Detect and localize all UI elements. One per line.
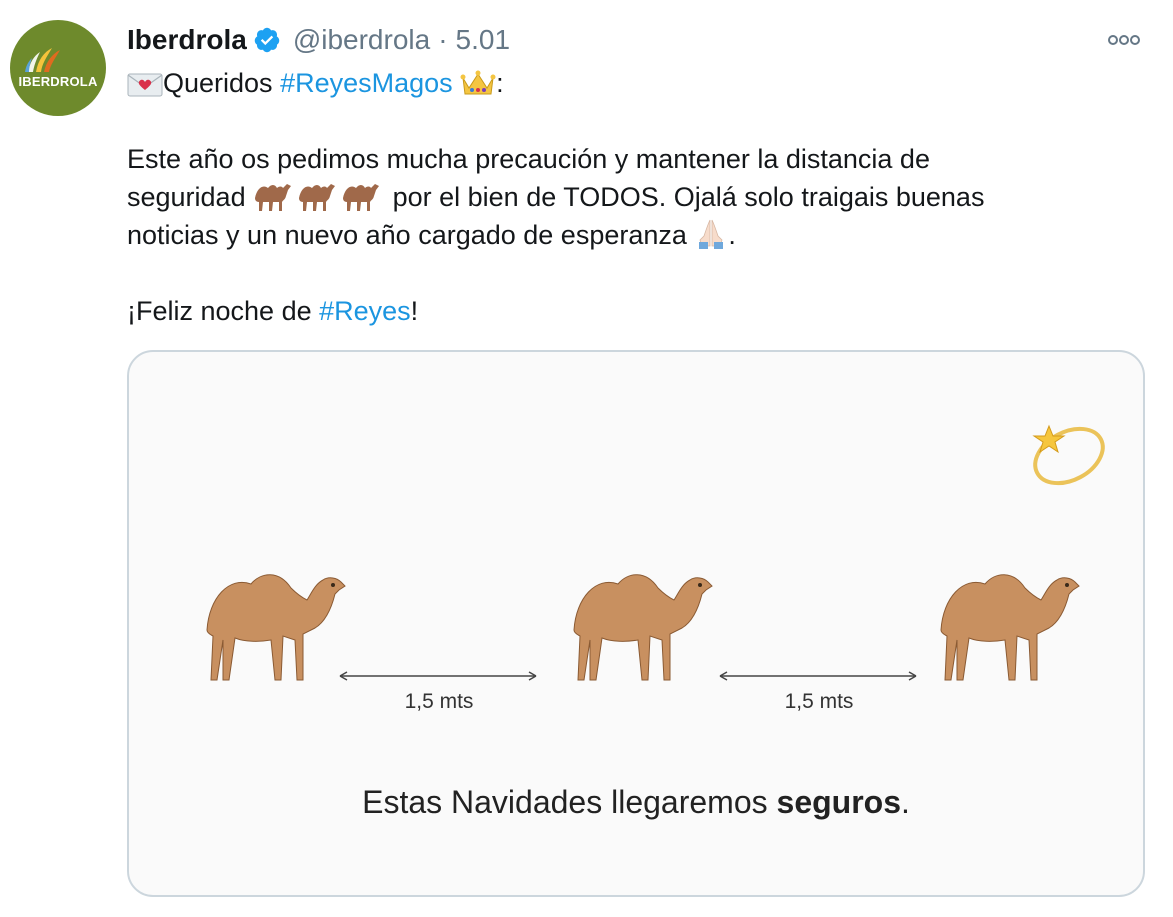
tweet-media-image[interactable]: 1,5 mts 1,5 mts Estas Navidades llegarem…	[127, 350, 1145, 897]
author-handle[interactable]: @iberdrola	[293, 24, 430, 56]
author-name[interactable]: Iberdrola	[127, 24, 247, 56]
distance-arrow-2	[719, 671, 917, 681]
distance-label-1: 1,5 mts	[404, 690, 474, 713]
avatar-text: IBERDROLA	[18, 74, 98, 89]
blank-line-2	[127, 254, 1147, 292]
tweet-line-2: Este año os pedimos mucha precaución y m…	[127, 144, 930, 174]
tweet[interactable]: IBERDROLA Iberdrola @iberdrola · 5.01 Qu…	[0, 0, 1173, 917]
camel-icon	[255, 184, 380, 211]
love-letter-icon	[127, 73, 163, 97]
camel-icon	[573, 574, 713, 681]
tweet-line-3: seguridad por el bien de TODOS. Ojalá so…	[127, 178, 1147, 216]
line4-end: .	[728, 220, 736, 250]
avatar[interactable]: IBERDROLA	[10, 20, 106, 116]
comet-icon	[1032, 424, 1105, 486]
tweet-line-4: noticias y un nuevo año cargado de esper…	[127, 216, 1147, 254]
media-caption: Estas Navidades llegaremos seguros.	[129, 784, 1143, 821]
tweet-line-1: Queridos #ReyesMagos :	[127, 64, 1147, 102]
hashtag-reyes[interactable]: #Reyes	[319, 296, 411, 326]
line3-start: seguridad	[127, 182, 254, 212]
greeting-text: Queridos	[163, 68, 281, 98]
iberdrola-logo-icon	[25, 48, 60, 72]
tweet-header: Iberdrola @iberdrola · 5.01	[127, 22, 510, 58]
greeting-colon: :	[496, 68, 504, 98]
caption-end: .	[901, 784, 910, 820]
verified-badge-icon	[254, 27, 280, 53]
distance-label-2: 1,5 mts	[784, 690, 854, 713]
tweet-text: Queridos #ReyesMagos : Este año os pedim…	[127, 64, 1147, 330]
camel-icon	[206, 574, 346, 681]
line5-end: !	[410, 296, 419, 326]
camel-icon	[940, 574, 1080, 681]
tweet-line-5: ¡Feliz noche de #Reyes!	[127, 292, 1147, 330]
line3-end: por el bien de TODOS. Ojalá solo traigai…	[392, 182, 985, 212]
caption-start: Estas Navidades llegaremos	[362, 784, 777, 820]
hashtag-reyesmagos[interactable]: #ReyesMagos	[280, 68, 453, 98]
line5-start: ¡Feliz noche de	[127, 296, 320, 326]
praying-hands-icon	[699, 219, 724, 249]
crown-icon	[460, 70, 496, 95]
more-options-icon[interactable]	[1106, 30, 1142, 50]
tweet-date[interactable]: 5.01	[456, 24, 511, 56]
distance-arrow-1	[339, 671, 537, 681]
caption-bold: seguros	[776, 784, 901, 820]
separator-dot: ·	[438, 24, 448, 55]
line4-start: noticias y un nuevo año cargado de esper…	[127, 220, 695, 250]
